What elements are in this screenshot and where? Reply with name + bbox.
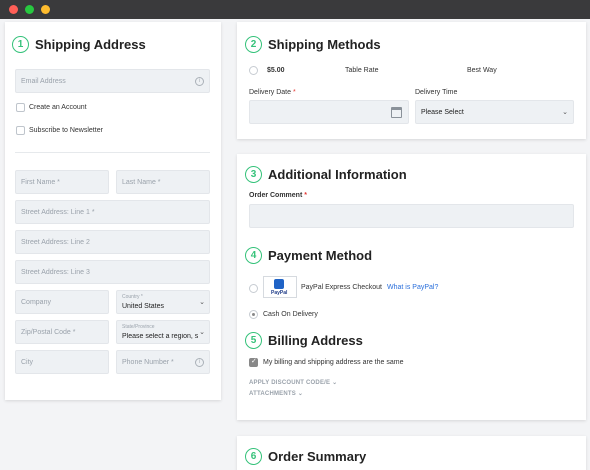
- billing-address-title: 5 Billing Address: [245, 332, 363, 349]
- billing-address-heading: Billing Address: [268, 333, 363, 348]
- maximize-window-dot[interactable]: [25, 5, 34, 14]
- cash-on-delivery-label: Cash On Delivery: [263, 311, 318, 318]
- rate-carrier: Best Way: [467, 67, 497, 74]
- paypal-logo-text: PayPal: [271, 290, 288, 296]
- state-select[interactable]: State/Province Please select a region, s…: [116, 320, 210, 344]
- section-divider: [15, 152, 210, 153]
- chevron-down-icon: ⌄: [332, 380, 338, 386]
- email-field[interactable]: Email Address i: [15, 69, 210, 93]
- paypal-logo: PayPal: [263, 276, 297, 298]
- billing-same-label: My billing and shipping address are the …: [263, 359, 404, 366]
- phone-placeholder: Phone Number *: [122, 358, 174, 366]
- company-placeholder: Company: [21, 298, 51, 306]
- attachments-text: ATTACHMENTS: [249, 391, 296, 397]
- street-line3-field[interactable]: Street Address: Line 3: [15, 260, 210, 284]
- shipping-methods-title: 2 Shipping Methods: [245, 36, 381, 53]
- order-comment-text: Order Comment: [249, 192, 303, 199]
- close-window-dot[interactable]: [9, 5, 18, 14]
- chevron-down-icon: ⌄: [199, 299, 205, 306]
- chevron-down-icon: ⌄: [562, 109, 568, 116]
- step-number-1: 1: [12, 36, 29, 53]
- info-icon: i: [195, 77, 204, 86]
- delivery-time-label: Delivery Time: [415, 89, 458, 96]
- phone-field[interactable]: Phone Number * i: [116, 350, 210, 374]
- order-comment-label: Order Comment *: [249, 192, 307, 199]
- state-value: Please select a region, s: [122, 333, 199, 340]
- additional-info-card: 3 Additional Information Order Comment *…: [237, 154, 586, 420]
- create-account-checkbox[interactable]: [16, 103, 25, 112]
- street-line1-placeholder: Street Address: Line 1 *: [21, 208, 95, 216]
- step-number-5: 5: [245, 332, 262, 349]
- info-icon: i: [195, 358, 204, 367]
- street-line1-field[interactable]: Street Address: Line 1 *: [15, 200, 210, 224]
- state-label: State/Province: [122, 324, 155, 330]
- city-field[interactable]: City: [15, 350, 109, 374]
- check-icon: ✓: [251, 358, 257, 365]
- street-line2-placeholder: Street Address: Line 2: [21, 238, 90, 246]
- create-account-label: Create an Account: [29, 104, 87, 111]
- street-line2-field[interactable]: Street Address: Line 2: [15, 230, 210, 254]
- delivery-time-select[interactable]: Please Select ⌄: [415, 100, 574, 124]
- chevron-down-icon: ⌄: [199, 329, 205, 336]
- radio-selected-dot: [252, 313, 255, 316]
- city-placeholder: City: [21, 358, 34, 366]
- first-name-placeholder: First Name *: [21, 178, 60, 186]
- payment-method-title: 4 Payment Method: [245, 247, 372, 264]
- step-number-3: 3: [245, 166, 262, 183]
- country-value: United States: [122, 303, 165, 310]
- order-comment-field[interactable]: [249, 204, 574, 228]
- required-mark: *: [304, 192, 307, 199]
- order-summary-heading: Order Summary: [268, 449, 367, 464]
- delivery-time-value: Please Select: [421, 108, 464, 116]
- rate-price: $5.00: [267, 67, 285, 74]
- chevron-down-icon: ⌄: [297, 391, 304, 397]
- order-summary-card: 6 Order Summary: [237, 436, 586, 470]
- table-rate-radio[interactable]: [249, 66, 258, 75]
- last-name-placeholder: Last Name *: [122, 178, 161, 186]
- additional-info-title: 3 Additional Information: [245, 166, 407, 183]
- paypal-radio[interactable]: [249, 284, 258, 293]
- cash-on-delivery-radio[interactable]: [249, 310, 258, 319]
- payment-method-heading: Payment Method: [268, 248, 373, 263]
- step-number-6: 6: [245, 448, 262, 465]
- step-number-4: 4: [245, 247, 262, 264]
- country-label: Country *: [122, 294, 143, 300]
- subscribe-newsletter-label: Subscribe to Newsletter: [29, 127, 103, 134]
- first-name-field[interactable]: First Name *: [15, 170, 109, 194]
- subscribe-newsletter-checkbox[interactable]: [16, 126, 25, 135]
- additional-info-heading: Additional Information: [268, 167, 407, 182]
- minimize-window-dot[interactable]: [41, 5, 50, 14]
- zip-placeholder: Zip/Postal Code *: [21, 328, 76, 336]
- shipping-methods-heading: Shipping Methods: [268, 37, 381, 52]
- shipping-address-title: 1 Shipping Address: [12, 36, 146, 53]
- country-select[interactable]: Country * United States ⌄: [116, 290, 210, 314]
- last-name-field[interactable]: Last Name *: [116, 170, 210, 194]
- rate-name: Table Rate: [345, 67, 379, 74]
- delivery-date-text: Delivery Date: [249, 89, 292, 96]
- shipping-methods-card: 2 Shipping Methods $5.00 Table Rate Best…: [237, 22, 586, 139]
- street-line3-placeholder: Street Address: Line 3: [21, 268, 90, 276]
- apply-discount-link[interactable]: APPLY DISCOUNT CODE/E ⌄: [249, 379, 337, 386]
- delivery-date-field[interactable]: [249, 100, 409, 124]
- shipping-address-card: 1 Shipping Address Email Address i Creat…: [5, 22, 221, 400]
- order-summary-title: 6 Order Summary: [245, 448, 366, 465]
- paypal-logo-icon: [274, 279, 284, 289]
- delivery-date-label: Delivery Date *: [249, 89, 296, 96]
- apply-discount-text: APPLY DISCOUNT CODE/E: [249, 380, 331, 386]
- attachments-link[interactable]: ATTACHMENTS ⌄: [249, 390, 303, 397]
- billing-same-checkbox[interactable]: ✓: [249, 358, 258, 367]
- required-mark: *: [292, 89, 296, 96]
- calendar-icon[interactable]: [391, 107, 402, 118]
- paypal-label: PayPal Express Checkout: [301, 284, 382, 291]
- what-is-paypal-link[interactable]: What is PayPal?: [387, 284, 438, 291]
- email-placeholder: Email Address: [21, 77, 66, 85]
- step-number-2: 2: [245, 36, 262, 53]
- company-field[interactable]: Company: [15, 290, 109, 314]
- shipping-address-heading: Shipping Address: [35, 37, 146, 52]
- window-titlebar: [0, 0, 590, 19]
- zip-field[interactable]: Zip/Postal Code *: [15, 320, 109, 344]
